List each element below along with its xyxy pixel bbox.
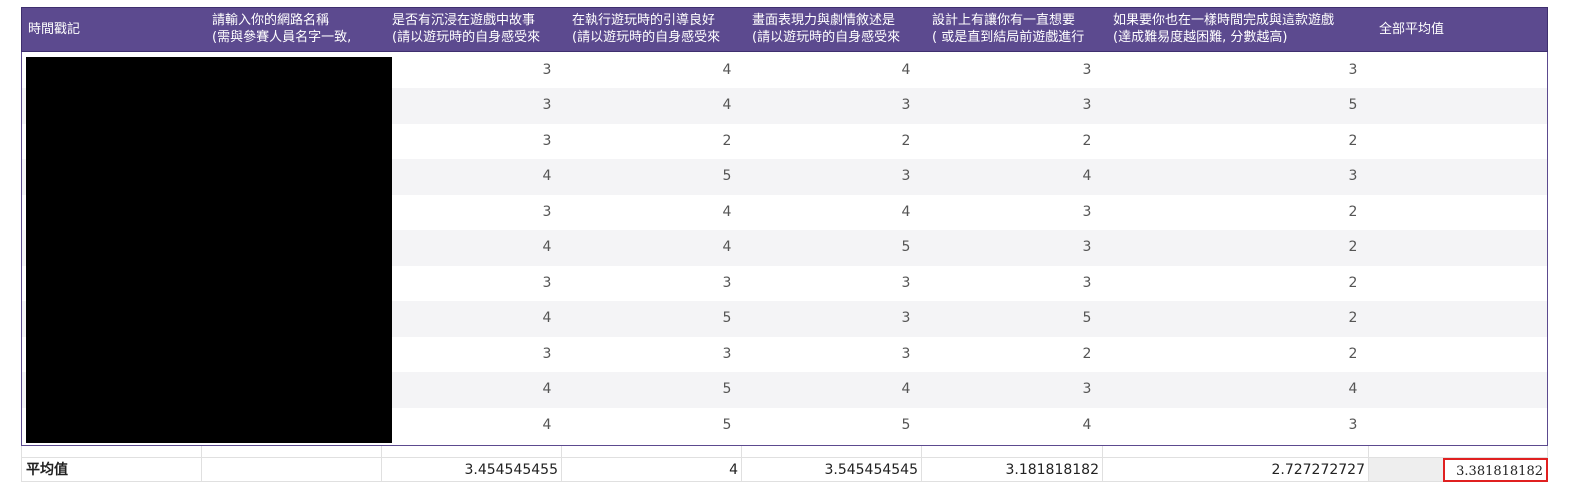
header-immersion[interactable]: 是否有沉浸在遊戲中故事 (請以遊玩時的自身感受來 [386, 8, 566, 51]
score-cell-guidance[interactable]: 5 [687, 301, 767, 337]
score-cell-immersion[interactable]: 4 [507, 408, 587, 444]
header-label: 在執行遊玩時的引導良好 [572, 13, 716, 28]
score-cell-guidance[interactable]: 5 [687, 408, 767, 444]
empty-cell[interactable] [201, 446, 381, 458]
score-cell-difficulty[interactable]: 2 [1313, 301, 1393, 337]
score-cell-guidance[interactable]: 4 [687, 53, 767, 89]
average-immersion-cell[interactable]: 3.454545455 [381, 458, 561, 482]
score-cell-guidance[interactable]: 4 [687, 88, 767, 124]
score-cell-guidance[interactable]: 5 [687, 159, 767, 195]
score-cell-keep-playing[interactable]: 3 [1047, 88, 1127, 124]
header-label: 畫面表現力與劇情敘述是 [752, 13, 896, 28]
score-cell-difficulty[interactable]: 4 [1313, 372, 1393, 408]
overall-average-cell[interactable]: 3.381818182 [1443, 458, 1548, 482]
empty-cell[interactable] [1102, 446, 1368, 458]
score-cell-immersion[interactable]: 4 [507, 230, 587, 266]
header-row: 時間戳記 請輸入你的網路名稱 (需與參賽人員名字一致, 是否有沉浸在遊戲中故事 … [21, 7, 1548, 52]
score-cell-guidance[interactable]: 3 [687, 337, 767, 373]
score-cell-visuals-story[interactable]: 4 [866, 372, 946, 408]
empty-cell[interactable] [381, 446, 561, 458]
header-overall-average[interactable]: 全部平均值 [1373, 8, 1547, 51]
score-cell-immersion[interactable]: 3 [507, 53, 587, 89]
header-sublabel: (需與參賽人員名字一致, [212, 30, 352, 45]
header-label: 全部平均值 [1379, 22, 1445, 37]
average-label-cell[interactable]: 平均值 [21, 458, 201, 482]
score-cell-visuals-story[interactable]: 4 [866, 195, 946, 231]
header-label: 請輸入你的網路名稱 [212, 13, 330, 28]
score-cell-difficulty[interactable]: 2 [1313, 230, 1393, 266]
empty-cell[interactable] [21, 446, 201, 458]
header-sublabel: (請以遊玩時的自身感受來 [392, 30, 541, 45]
score-cell-keep-playing[interactable]: 5 [1047, 301, 1127, 337]
header-nickname[interactable]: 請輸入你的網路名稱 (需與參賽人員名字一致, [206, 8, 386, 51]
score-cell-guidance[interactable]: 3 [687, 266, 767, 302]
score-cell-immersion[interactable]: 3 [507, 195, 587, 231]
score-cell-difficulty[interactable]: 5 [1313, 88, 1393, 124]
score-cell-keep-playing[interactable]: 4 [1047, 159, 1127, 195]
score-cell-visuals-story[interactable]: 4 [866, 53, 946, 89]
score-cell-keep-playing[interactable]: 3 [1047, 230, 1127, 266]
score-cell-keep-playing[interactable]: 4 [1047, 408, 1127, 444]
score-cell-visuals-story[interactable]: 3 [866, 266, 946, 302]
score-cell-difficulty[interactable]: 3 [1313, 53, 1393, 89]
header-sublabel: (達成難易度越困難, 分數越高) [1113, 30, 1288, 45]
header-label: 時間戳記 [28, 22, 81, 37]
score-cell-immersion[interactable]: 3 [507, 337, 587, 373]
average-name-cell[interactable] [201, 458, 381, 482]
score-cell-guidance[interactable]: 4 [687, 230, 767, 266]
score-cell-keep-playing[interactable]: 3 [1047, 195, 1127, 231]
score-cell-difficulty[interactable]: 2 [1313, 124, 1393, 160]
header-label: 設計上有讓你有一直想要 [932, 13, 1076, 28]
score-cell-guidance[interactable]: 5 [687, 372, 767, 408]
table-body: 3443334335322224534334432445323333245352… [21, 52, 1548, 446]
header-visuals-story[interactable]: 畫面表現力與劇情敘述是 (請以遊玩時的自身感受來 [746, 8, 926, 51]
score-cell-immersion[interactable]: 4 [507, 301, 587, 337]
score-cell-visuals-story[interactable]: 5 [866, 408, 946, 444]
footer-row: 平均值 3.454545455 4 3.545454545 3.18181818… [21, 446, 1548, 484]
score-cell-visuals-story[interactable]: 2 [866, 124, 946, 160]
header-keep-playing[interactable]: 設計上有讓你有一直想要 ( 或是直到結局前遊戲進行 [926, 8, 1107, 51]
average-visuals-cell[interactable]: 3.545454545 [741, 458, 921, 482]
header-sublabel: ( 或是直到結局前遊戲進行 [932, 30, 1085, 45]
score-cell-keep-playing[interactable]: 3 [1047, 372, 1127, 408]
score-cell-visuals-story[interactable]: 5 [866, 230, 946, 266]
score-cell-keep-playing[interactable]: 3 [1047, 266, 1127, 302]
average-keep-playing-cell[interactable]: 3.181818182 [921, 458, 1102, 482]
score-cell-keep-playing[interactable]: 3 [1047, 53, 1127, 89]
header-timestamp[interactable]: 時間戳記 [22, 8, 202, 51]
empty-cell[interactable] [1368, 446, 1548, 458]
score-cell-guidance[interactable]: 2 [687, 124, 767, 160]
score-cell-difficulty[interactable]: 3 [1313, 408, 1393, 444]
score-cell-immersion[interactable]: 3 [507, 266, 587, 302]
header-label: 如果要你也在一樣時間完成與這款遊戲 [1113, 13, 1335, 28]
score-cell-visuals-story[interactable]: 3 [866, 301, 946, 337]
score-cell-immersion[interactable]: 4 [507, 372, 587, 408]
header-difficulty[interactable]: 如果要你也在一樣時間完成與這款遊戲 (達成難易度越困難, 分數越高) [1107, 8, 1373, 51]
shaded-cell[interactable] [1368, 458, 1443, 482]
header-sublabel: (請以遊玩時的自身感受來 [572, 30, 721, 45]
score-cell-visuals-story[interactable]: 3 [866, 88, 946, 124]
score-cell-guidance[interactable]: 4 [687, 195, 767, 231]
redacted-block [26, 57, 392, 443]
score-cell-keep-playing[interactable]: 2 [1047, 337, 1127, 373]
average-difficulty-cell[interactable]: 2.727272727 [1102, 458, 1368, 482]
header-guidance[interactable]: 在執行遊玩時的引導良好 (請以遊玩時的自身感受來 [566, 8, 746, 51]
empty-cell[interactable] [561, 446, 741, 458]
header-label: 是否有沉浸在遊戲中故事 [392, 13, 536, 28]
score-cell-visuals-story[interactable]: 3 [866, 337, 946, 373]
score-cell-visuals-story[interactable]: 3 [866, 159, 946, 195]
score-cell-immersion[interactable]: 3 [507, 88, 587, 124]
average-guidance-cell[interactable]: 4 [561, 458, 741, 482]
score-cell-immersion[interactable]: 3 [507, 124, 587, 160]
score-cell-difficulty[interactable]: 3 [1313, 159, 1393, 195]
empty-cell[interactable] [741, 446, 921, 458]
score-cell-difficulty[interactable]: 2 [1313, 195, 1393, 231]
score-cell-difficulty[interactable]: 2 [1313, 337, 1393, 373]
score-cell-keep-playing[interactable]: 2 [1047, 124, 1127, 160]
empty-cell[interactable] [921, 446, 1102, 458]
score-cell-immersion[interactable]: 4 [507, 159, 587, 195]
header-sublabel: (請以遊玩時的自身感受來 [752, 30, 901, 45]
score-cell-difficulty[interactable]: 2 [1313, 266, 1393, 302]
